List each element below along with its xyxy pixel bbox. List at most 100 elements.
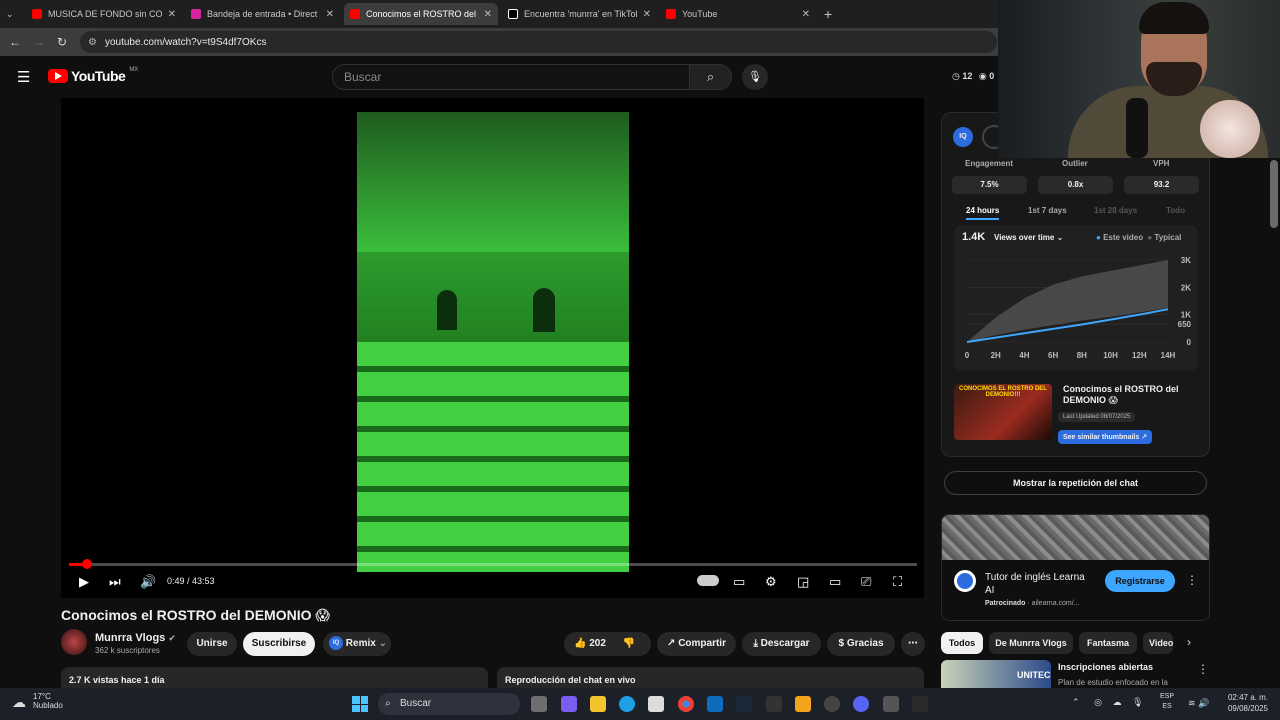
system-tray[interactable]: ⌃ ◎ ☁ 🎙 [1072,697,1143,708]
url-text: youtube.com/watch?v=t9S4df7OKcs [104,36,267,48]
more-vertical-icon[interactable]: ⋮ [1186,573,1198,587]
taskbar-clock[interactable]: 02:47 a. m. 09/08/2025 [1220,692,1268,714]
video-thumbnail[interactable]: CONOCIMOS EL ROSTRO DEL DEMONIO!!! [954,384,1052,440]
subtitles-icon[interactable]: ▭ [733,574,745,590]
thumbnail-title: Conocimos el ROSTRO del DEMONIO 😱 [1063,384,1179,405]
tab-list-button[interactable]: ⌄ [0,3,26,25]
microphone-icon[interactable]: 🎙 [1132,697,1143,707]
search-button[interactable]: ⌕ [689,64,732,90]
cast-icon[interactable]: ⎚ [861,574,871,590]
chip-channel[interactable]: De Munrra Vlogs [989,632,1073,654]
channel-name[interactable]: Munrra Vlogs ✔ [95,632,176,644]
forward-arrow-icon[interactable]: → [30,33,48,51]
recommended-item[interactable]: UNITEC Inscripciones abiertas Plan de es… [941,660,1211,688]
scrubber-handle[interactable] [82,559,92,569]
menu-icon[interactable]: ☰ [17,68,30,86]
back-arrow-icon[interactable]: ← [6,33,24,51]
chrome-icon[interactable] [678,696,694,712]
weather-widget[interactable]: ☁ 17°C Nublado [12,692,63,710]
autoplay-toggle[interactable] [697,575,719,586]
progress-bar[interactable] [69,559,917,569]
range-tab-24h[interactable]: 24 hours [966,206,1000,220]
tab-youtube[interactable]: YouTube ✕ [660,3,816,25]
join-button[interactable]: Unirse [187,632,237,656]
wifi-volume-icon[interactable]: ≋ 🔊 [1188,698,1209,709]
remix-button[interactable]: IQ Remix ⌄ [323,632,391,656]
chip-all[interactable]: Todos [941,632,983,654]
tab-conocimos[interactable]: Conocimos el ROSTRO del DEM ✕ [344,3,498,25]
range-tab-7d[interactable]: 1st 7 days [1028,206,1067,215]
volume-icon[interactable]: 🔊 [140,574,156,590]
close-icon[interactable]: ✕ [643,9,651,20]
more-vertical-icon[interactable]: ⋮ [1197,662,1209,676]
close-icon[interactable]: ✕ [802,9,810,20]
show-chat-replay-button[interactable]: Mostrar la repetición del chat [944,471,1207,495]
miniplayer-icon[interactable]: ◲ [797,574,809,590]
taskbar-search[interactable]: ⌕ Buscar [378,693,520,715]
video-player[interactable]: ▶ ⏭ 🔊 0:49 / 43:53 ▭ ⚙ ◲ ▭ ⎚ ⛶ [61,98,924,598]
voice-search-button[interactable]: 🎙 [742,64,768,90]
tray-app-icon[interactable]: ☁ [1112,697,1121,707]
steam-icon[interactable] [736,696,752,712]
youtube-logo[interactable]: YouTube MX [48,67,138,84]
epic-games-icon[interactable] [766,696,782,712]
rockstar-icon[interactable] [795,696,811,712]
windows-start-icon[interactable] [352,696,368,712]
chevron-up-icon[interactable]: ⌃ [1072,697,1080,707]
thanks-button[interactable]: $ Gracias [827,632,895,656]
iq-logo-icon[interactable]: IQ [953,127,973,147]
chevron-right-icon[interactable]: › [1187,635,1191,649]
channel-avatar[interactable] [61,629,87,655]
tray-app-icon[interactable]: ◎ [1094,697,1102,707]
url-field[interactable]: ⚙ youtube.com/watch?v=t9S4df7OKcs [80,31,997,53]
tab-musica[interactable]: MUSICA DE FONDO sin COPYRI ✕ [26,3,182,25]
thumbs-up-icon[interactable]: 👍 [574,638,586,649]
play-icon[interactable]: ▶ [79,574,89,590]
edge-icon[interactable] [619,696,635,712]
settings-gear-icon[interactable]: ⚙ [765,574,777,590]
language-indicator[interactable]: ESP ES [1160,692,1174,712]
new-tab-button[interactable]: + [818,3,840,25]
task-view-icon[interactable] [531,696,547,712]
obs-icon[interactable] [912,696,928,712]
app-icon[interactable] [883,696,899,712]
fullscreen-icon[interactable]: ⛶ [893,574,902,590]
tab-tiktok[interactable]: Encuentra 'munrra' en TikTok | B ✕ [502,3,657,25]
taskbar-search-label: Buscar [400,698,432,709]
tiktok-favicon-icon [508,9,518,19]
range-tab-28d[interactable]: 1st 28 days [1094,206,1137,215]
tab-bandeja[interactable]: Bandeja de entrada • Direct ✕ [185,3,340,25]
download-button[interactable]: ⤓ Descargar [742,632,821,656]
ad-register-button[interactable]: Registrarse [1105,570,1175,592]
more-actions-icon[interactable]: ⋯ [901,632,925,656]
app-icon[interactable] [824,696,840,712]
next-icon[interactable]: ⏭ [109,574,121,590]
typical-band [967,260,1168,342]
similar-thumbnails-button[interactable]: See similar thumbnails ↗ [1058,430,1153,444]
extension-counters[interactable]: ◷ 12 ◉ 0 [952,71,994,82]
like-dislike-group[interactable]: 👍 202 👎 [564,632,651,656]
file-explorer-icon[interactable] [590,696,606,712]
rec-thumbnail[interactable]: UNITEC [941,660,1051,688]
site-info-icon[interactable]: ⚙ [88,37,97,48]
page-scrollbar[interactable] [1270,160,1278,228]
video-frame[interactable] [357,112,629,572]
search-input[interactable]: Buscar [332,64,690,90]
store-icon[interactable] [648,696,664,712]
sponsored-ad[interactable]: Tutor de inglés Learna AI Patrocinado · … [941,514,1210,621]
chip-fantasma[interactable]: Fantasma [1079,632,1137,654]
theater-mode-icon[interactable]: ▭ [829,574,841,590]
outlook-icon[interactable] [707,696,723,712]
subscribe-button[interactable]: Suscribirse [243,632,315,656]
close-icon[interactable]: ✕ [168,9,176,20]
chip-video[interactable]: Video [1143,632,1173,654]
copilot-icon[interactable] [561,696,577,712]
close-icon[interactable]: ✕ [484,9,492,20]
y-tick-label: 0 [1187,338,1192,347]
reload-icon[interactable]: ↻ [53,33,71,51]
share-button[interactable]: ↗ Compartir [657,632,736,656]
discord-icon[interactable] [853,696,869,712]
range-tab-all[interactable]: Todo [1166,206,1185,215]
close-icon[interactable]: ✕ [326,9,334,20]
thumbs-down-icon[interactable]: 👎 [623,638,635,649]
